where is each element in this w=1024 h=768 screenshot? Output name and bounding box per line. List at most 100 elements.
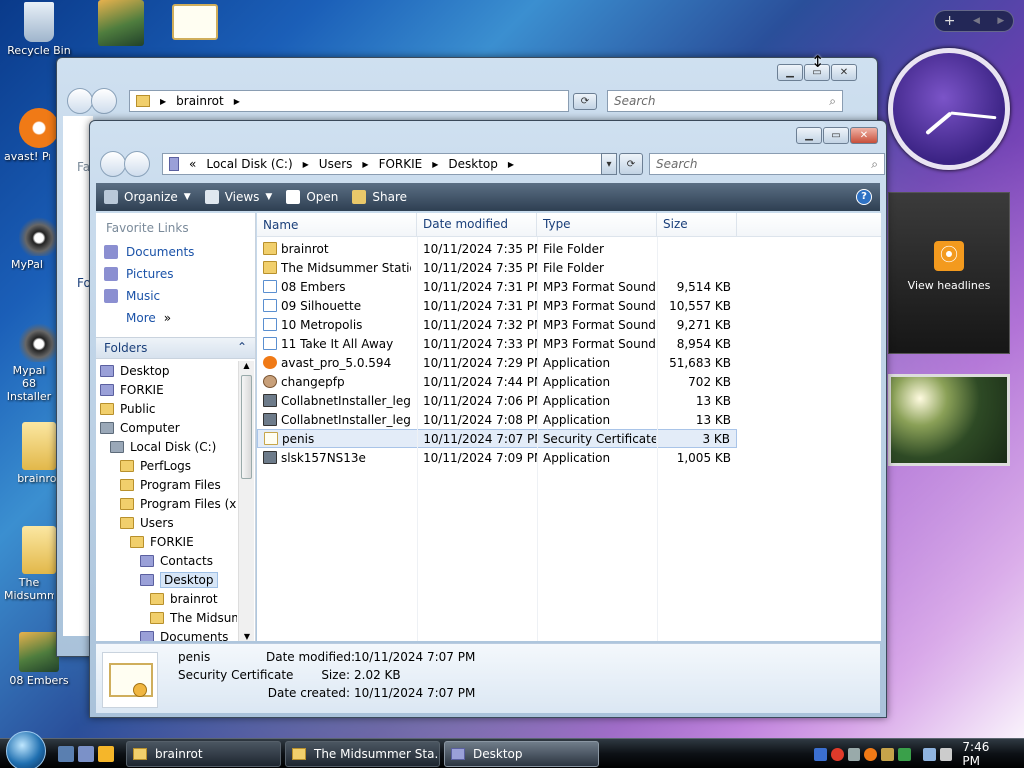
favorite-link-pictures[interactable]: Pictures [96,263,255,285]
share-button[interactable]: Share [352,190,407,204]
breadcrumb-segment[interactable]: Users [319,157,353,171]
tree-node[interactable]: Documents [96,627,237,641]
tree-node[interactable]: Program Files [96,475,237,494]
column-header-size[interactable]: Size [657,213,737,236]
organize-button[interactable]: Organize ▼ [104,190,191,204]
file-row[interactable]: CollabnetInstaller_lega... 10/11/2024 7:0… [257,391,737,410]
tray-app-icon[interactable] [847,747,861,761]
slideshow-gadget[interactable] [888,374,1010,466]
column-divider [537,237,538,641]
file-row[interactable]: 09 Silhouette 10/11/2024 7:31 PM MP3 Forma… [257,296,737,315]
file-row[interactable]: 08 Embers 10/11/2024 7:31 PM MP3 Format So… [257,277,737,296]
tree-node[interactable]: Local Disk (C:) [96,437,237,456]
taskbar-button-brainrot[interactable]: brainrot [126,740,281,767]
desktop-icon-album-art[interactable] [86,0,156,48]
address-bar[interactable]: « Local Disk (C:) ▶ Users ▶ FORKIE ▶ Des… [162,153,602,175]
favorite-link-documents[interactable]: Documents [96,241,255,263]
file-row[interactable]: brainrot 10/11/2024 7:35 PM File Folder [257,239,737,258]
breadcrumb-segment[interactable]: Local Disk (C:) [206,157,292,171]
tree-node[interactable]: Program Files (x86 [96,494,237,513]
tree-node[interactable]: Users [96,513,237,532]
tree-node[interactable]: PerfLogs [96,456,237,475]
tree-node[interactable]: brainrot [96,589,237,608]
file-row[interactable]: CollabnetInstaller_lega... 10/11/2024 7:0… [257,410,737,429]
tree-node[interactable]: Desktop [96,570,237,589]
file-row[interactable]: avast_pro_5.0.594 10/11/2024 7:29 PM Appli… [257,353,737,372]
minimize-button[interactable]: ▁ [796,127,822,144]
clock-gadget[interactable] [888,48,1010,170]
column-header-type[interactable]: Type [537,213,657,236]
file-row[interactable]: The Midsummer Statio... 10/11/2024 7:35 P… [257,258,737,277]
forward-button[interactable] [124,151,150,177]
tree-node[interactable]: FORKIE [96,532,237,551]
volume-icon[interactable] [939,747,953,761]
forward-button[interactable] [91,88,117,114]
taskbar-clock[interactable]: 7:46 PM [962,740,1010,768]
desktop-icon-label: The Midsummer [4,576,54,602]
tray-app-icon[interactable] [881,747,894,761]
column-header-name[interactable]: Name [257,213,417,236]
switch-windows-icon[interactable] [78,745,94,762]
media-player-icon[interactable] [98,745,114,762]
tree-node[interactable]: Desktop [96,361,237,380]
scrollbar-thumb[interactable] [241,375,252,479]
close-button[interactable]: ✕ [850,127,878,144]
display-icon[interactable] [922,747,936,761]
back-button[interactable] [67,88,93,114]
organize-icon [104,190,118,204]
tree-node-label: PerfLogs [140,458,192,473]
tree-node[interactable]: Contacts [96,551,237,570]
search-input[interactable]: Search ⌕ [607,90,843,112]
folders-header[interactable]: Folders ⌃ [96,337,255,359]
safely-remove-icon[interactable] [898,747,911,761]
desktop-icon-certificate[interactable] [160,4,230,42]
tree-node[interactable]: Computer [96,418,237,437]
tree-node[interactable]: The Midsum [96,608,237,627]
refresh-button[interactable]: ⟳ [619,153,643,175]
previous-page-button[interactable]: ◀ [973,16,980,26]
open-button[interactable]: Open [286,190,338,204]
breadcrumb-segment[interactable]: brainrot [176,94,224,108]
views-button[interactable]: Views ▼ [204,190,272,204]
desktop-icon-recycle-bin[interactable]: Recycle Bin [4,2,74,57]
file-row[interactable]: penis 10/11/2024 7:07 PM Security Certific… [257,429,737,448]
file-row[interactable]: slsk157NS13e 10/11/2024 7:09 PM Applicatio… [257,448,737,467]
explorer-window-desktop[interactable]: ▁ ▭ ✕ « Local Disk (C:) ▶ Users ▶ FORKIE… [89,120,887,718]
address-overflow[interactable]: « [189,157,196,171]
next-page-button[interactable]: ▶ [997,16,1004,26]
taskbar-button-desktop[interactable]: Desktop [444,740,599,767]
breadcrumb-segment[interactable]: Desktop [448,157,498,171]
file-row[interactable]: 10 Metropolis 10/11/2024 7:32 PM MP3 Forma… [257,315,737,334]
back-button[interactable] [100,151,126,177]
feeds-label[interactable]: View headlines [889,279,1009,292]
add-gadget-button[interactable]: + [944,13,956,29]
avast-tray-icon[interactable] [864,747,878,761]
clock-hour-hand [925,111,953,136]
file-row[interactable]: changepfp 10/11/2024 7:44 PM Application 70… [257,372,737,391]
maximize-button[interactable]: ▭ [823,127,849,144]
taskbar-button-midsummer[interactable]: The Midsummer Sta... [285,740,440,767]
address-dropdown-button[interactable]: ▾ [601,153,617,175]
show-desktop-icon[interactable] [58,745,74,762]
more-links-button[interactable]: More » [96,307,255,329]
tree-scrollbar[interactable]: ▲ ▼ [238,361,254,641]
tree-node-label: Program Files (x86 [140,496,237,511]
scroll-down-arrow[interactable]: ▼ [239,632,255,641]
scroll-up-arrow[interactable]: ▲ [239,361,254,370]
favorite-link-music[interactable]: Music [96,285,255,307]
minimize-button[interactable]: ▁ [777,64,803,81]
breadcrumb-segment[interactable]: FORKIE [379,157,423,171]
feed-headlines-gadget[interactable]: ⦿ View headlines [888,192,1010,354]
help-icon[interactable]: ? [856,189,872,205]
tree-node[interactable]: Public [96,399,237,418]
start-button[interactable] [6,730,46,768]
security-alert-icon[interactable] [830,747,844,761]
tree-node[interactable]: FORKIE [96,380,237,399]
network-icon[interactable] [814,747,827,761]
search-input[interactable]: Search ⌕ [649,153,885,175]
file-row[interactable]: 11 Take It All Away 10/11/2024 7:33 PM MP3… [257,334,737,353]
column-header-date-modified[interactable]: Date modified [417,213,537,236]
refresh-button[interactable]: ⟳ [573,92,597,110]
address-bar[interactable]: ▶ brainrot ▶ [129,90,569,112]
close-button[interactable]: ✕ [831,64,857,81]
